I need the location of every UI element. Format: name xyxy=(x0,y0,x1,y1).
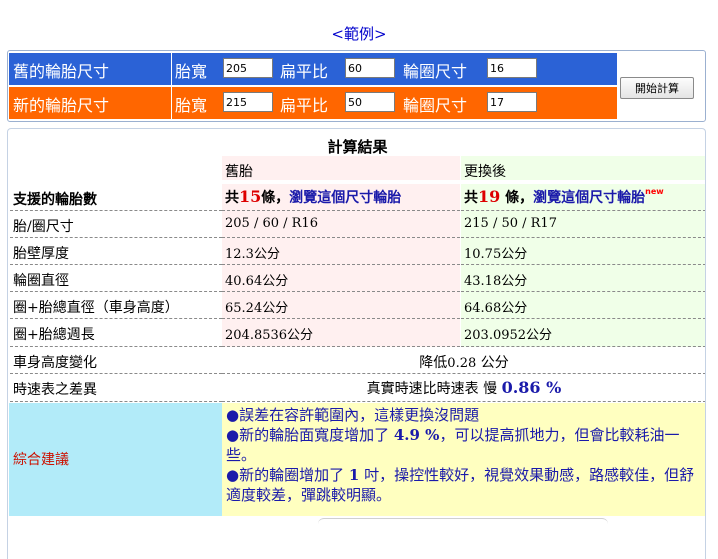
new-tire-row: 新的輪胎尺寸 胎寬 扁平比 輪圈尺寸 xyxy=(9,87,617,119)
speedometer-diff-value: 真實時速比時速表 慢 0.86 % xyxy=(222,374,705,402)
result-title: 計算結果 xyxy=(327,138,388,156)
new-rim-label: 輪圈尺寸 xyxy=(403,96,468,115)
new-tire-count: 19 xyxy=(478,187,501,206)
size-old: 205 / 60 / R16 xyxy=(222,211,460,238)
new-width-input[interactable] xyxy=(223,92,273,112)
row-divider xyxy=(171,87,172,119)
value: 65.24 xyxy=(225,301,263,316)
unit: 公分 xyxy=(501,301,528,316)
overall-diameter-label: 圈+胎總直徑（車身高度） xyxy=(10,292,222,319)
new-tire-label: 新的輪胎尺寸 xyxy=(13,96,110,115)
value: 64.68 xyxy=(464,301,502,316)
count-suffix: 條， xyxy=(261,190,290,206)
calculate-button[interactable]: 開始計算 xyxy=(620,77,694,99)
row-divider xyxy=(171,53,172,85)
sidewall-old: 12.3公分 xyxy=(222,238,460,265)
overall-diameter-old: 65.24公分 xyxy=(222,292,460,319)
height-change-unit: 公分 xyxy=(476,355,509,371)
unit: 公分 xyxy=(501,274,528,289)
old-rim-input[interactable] xyxy=(487,58,537,78)
value: 40.64 xyxy=(225,274,263,289)
speedometer-diff-prefix: 真實時速比時速表 慢 xyxy=(366,381,502,397)
new-rim-input[interactable] xyxy=(487,92,537,112)
supported-tires-old: 共15條，瀏覽這個尺寸輪胎 xyxy=(222,184,460,211)
new-aspect-label: 扁平比 xyxy=(280,96,329,115)
height-change-value: 降低0.28 公分 xyxy=(222,347,705,374)
new-width-label: 胎寬 xyxy=(175,96,208,115)
unit: 公分 xyxy=(262,274,289,289)
supported-tires-label: 支援的輪胎數 xyxy=(10,184,222,211)
browse-old-tires-link[interactable]: 瀏覽這個尺寸輪胎 xyxy=(289,190,401,206)
value: 204.8536 xyxy=(225,328,288,343)
tire-input-panel: 舊的輪胎尺寸 胎寬 扁平比 輪圈尺寸 新的輪胎尺寸 胎寬 扁平比 輪圈尺寸 開始… xyxy=(7,50,706,122)
browse-new-tires-link[interactable]: 瀏覽這個尺寸輪胎 xyxy=(533,190,645,206)
circumference-new: 203.0952公分 xyxy=(461,319,705,347)
old-aspect-label: 扁平比 xyxy=(280,62,329,81)
value: 12.3 xyxy=(225,247,254,262)
sidewall-label: 胎壁厚度 xyxy=(10,238,222,265)
supported-tires-new: 共19 條，瀏覽這個尺寸輪胎new xyxy=(461,184,705,211)
circumference-old: 204.8536公分 xyxy=(222,319,460,347)
unit: 公分 xyxy=(287,328,314,343)
speedometer-diff-number: 0.86 % xyxy=(501,378,562,397)
column-header-new: 更換後 xyxy=(461,156,705,180)
count-suffix: 條， xyxy=(500,190,534,206)
advice-value: 1 xyxy=(348,466,360,484)
column-header-old: 舊胎 xyxy=(222,156,460,180)
advice-value: 4.9 % xyxy=(393,426,440,444)
value: 203.0952 xyxy=(464,328,527,343)
old-tire-row: 舊的輪胎尺寸 胎寬 扁平比 輪圈尺寸 xyxy=(9,53,617,85)
sidewall-new: 10.75公分 xyxy=(461,238,705,265)
height-change-label: 車身高度變化 xyxy=(10,347,222,374)
lower-panel-edge xyxy=(318,518,608,525)
count-prefix: 共 xyxy=(464,190,478,206)
advice-text: ●新的輪圈增加了 xyxy=(226,466,349,484)
advice-line-3: ●新的輪圈增加了 1 吋，操控性較好，視覺效果動感，路感較佳，但舒適度較差，彈跳… xyxy=(226,465,702,505)
old-rim-label: 輪圈尺寸 xyxy=(403,62,468,81)
advice-box: ●誤差在容許範圍內，這樣更換沒問題 ●新的輪胎面寬度增加了 4.9 %，可以提高… xyxy=(222,403,705,516)
old-aspect-input[interactable] xyxy=(345,58,395,78)
result-panel: 計算結果 舊胎 更換後 支援的輪胎數 共15條，瀏覽這個尺寸輪胎 共19 條，瀏… xyxy=(7,128,706,559)
old-tire-count: 15 xyxy=(239,187,262,206)
old-width-label: 胎寬 xyxy=(175,62,208,81)
example-link[interactable]: <範例> xyxy=(0,23,718,44)
advice-line-2: ●新的輪胎面寬度增加了 4.9 %，可以提高抓地力，但會比較耗油一些。 xyxy=(226,425,702,465)
old-width-input[interactable] xyxy=(223,58,273,78)
new-aspect-input[interactable] xyxy=(345,92,395,112)
rim-diameter-new: 43.18公分 xyxy=(461,265,705,292)
advice-text: ●新的輪胎面寬度增加了 xyxy=(226,426,394,444)
rim-diameter-old: 40.64公分 xyxy=(222,265,460,292)
speedometer-diff-label: 時速表之差異 xyxy=(10,374,222,402)
header-blank xyxy=(10,156,222,180)
new-badge: new xyxy=(645,187,664,196)
value: 10.75 xyxy=(464,247,502,262)
unit: 公分 xyxy=(526,328,553,343)
overall-diameter-new: 64.68公分 xyxy=(461,292,705,319)
unit: 公分 xyxy=(253,247,280,262)
old-tire-label: 舊的輪胎尺寸 xyxy=(13,62,110,81)
advice-label: 綜合建議 xyxy=(9,403,222,516)
unit: 公分 xyxy=(262,301,289,316)
size-label: 胎/圈尺寸 xyxy=(10,211,222,238)
value: 43.18 xyxy=(464,274,502,289)
circumference-label: 圈+胎總週長 xyxy=(10,319,222,347)
height-change-number: 0.28 xyxy=(447,356,477,371)
advice-line-1: ●誤差在容許範圍內，這樣更換沒問題 xyxy=(226,406,480,424)
unit: 公分 xyxy=(501,247,528,262)
size-new: 215 / 50 / R17 xyxy=(461,211,705,238)
count-prefix: 共 xyxy=(225,190,239,206)
rim-diameter-label: 輪圈直徑 xyxy=(10,265,222,292)
height-change-prefix: 降低 xyxy=(419,355,448,371)
